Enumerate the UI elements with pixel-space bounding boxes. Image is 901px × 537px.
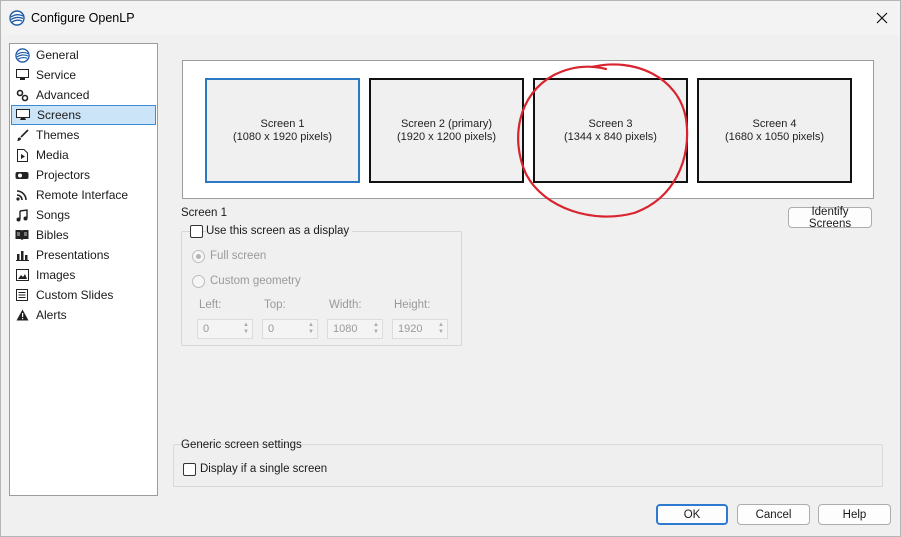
warning-icon <box>14 307 30 323</box>
use-as-display-label: Use this screen as a display <box>206 225 353 237</box>
sidebar-item-label: Images <box>36 268 76 282</box>
rss-icon <box>14 187 30 203</box>
cancel-button[interactable]: Cancel <box>737 504 810 525</box>
configure-dialog: Configure OpenLP General Service Advance… <box>0 0 901 537</box>
height-spinbox[interactable]: 1920 ▲ ▼ <box>392 319 448 339</box>
height-value: 1920 <box>398 323 423 335</box>
paintbrush-icon <box>14 127 30 143</box>
sidebar-item-label: Advanced <box>36 88 90 102</box>
screen-4-tile[interactable]: Screen 4 (1680 x 1050 pixels) <box>697 78 852 183</box>
screen-name: Screen 3 <box>588 117 633 130</box>
identify-screens-button[interactable]: Identify Screens <box>788 206 872 230</box>
display-icon <box>15 107 31 123</box>
sidebar-item-label: Service <box>36 68 77 82</box>
sidebar-item-custom-slides[interactable]: Custom Slides <box>11 285 156 305</box>
sidebar-item-projectors[interactable]: Projectors <box>11 165 156 185</box>
full-screen-label: Full screen <box>210 250 267 262</box>
spin-arrows-icon: ▲ ▼ <box>438 322 444 335</box>
sidebar-item-general[interactable]: General <box>11 45 156 65</box>
screen-1-tile[interactable]: Screen 1 (1080 x 1920 pixels) <box>205 78 360 183</box>
generic-settings-heading: Generic screen settings <box>181 439 302 451</box>
bar-chart-icon <box>14 247 30 263</box>
custom-geometry-label: Custom geometry <box>210 275 301 287</box>
spin-arrows-icon: ▲ ▼ <box>243 322 249 335</box>
sidebar-item-service[interactable]: Service <box>11 65 156 85</box>
window-title: Configure OpenLP <box>31 11 135 25</box>
close-button[interactable] <box>864 1 900 35</box>
use-as-display-checkbox[interactable] <box>190 225 203 238</box>
sidebar-item-label: General <box>36 48 79 62</box>
screen-name: Screen 1 <box>260 117 305 130</box>
width-value: 1080 <box>333 323 358 335</box>
height-label: Height: <box>394 299 431 311</box>
top-spinbox[interactable]: 0 ▲ ▼ <box>262 319 318 339</box>
left-value: 0 <box>203 323 210 335</box>
monitor-icon <box>14 67 30 83</box>
screen-name: Screen 4 <box>752 117 797 130</box>
ok-button[interactable]: OK <box>656 504 728 525</box>
sidebar-item-songs[interactable]: Songs <box>11 205 156 225</box>
sidebar-item-label: Screens <box>37 108 82 122</box>
sidebar-item-images[interactable]: Images <box>11 265 156 285</box>
screen-resolution: (1680 x 1050 pixels) <box>724 130 825 143</box>
sidebar-item-label: Themes <box>36 128 80 142</box>
sidebar-item-label: Songs <box>36 208 71 222</box>
sidebar-item-bibles[interactable]: Bibles <box>11 225 156 245</box>
settings-category-list: General Service Advanced Screens Themes <box>9 43 158 496</box>
title-bar: Configure OpenLP <box>1 1 900 35</box>
custom-geometry-radio[interactable] <box>192 275 205 288</box>
sidebar-item-media[interactable]: Media <box>11 145 156 165</box>
openlp-logo-icon <box>14 47 30 63</box>
sidebar-item-alerts[interactable]: Alerts <box>11 305 156 325</box>
close-icon <box>876 12 888 24</box>
sidebar-item-label: Custom Slides <box>36 288 114 302</box>
top-value: 0 <box>268 323 275 335</box>
sidebar-item-presentations[interactable]: Presentations <box>11 245 156 265</box>
sidebar-item-advanced[interactable]: Advanced <box>11 85 156 105</box>
spin-arrows-icon: ▲ ▼ <box>308 322 314 335</box>
media-file-icon <box>14 147 30 163</box>
screen-selector: Screen 1 (1080 x 1920 pixels) Screen 2 (… <box>182 60 874 199</box>
screen-resolution: (1080 x 1920 pixels) <box>232 130 333 143</box>
openlp-logo-icon <box>9 10 25 26</box>
custom-slide-icon <box>14 287 30 303</box>
sidebar-item-label: Media <box>36 148 69 162</box>
gears-icon <box>14 87 30 103</box>
music-note-icon <box>14 207 30 223</box>
sidebar-item-label: Projectors <box>36 168 91 182</box>
single-screen-checkbox[interactable] <box>183 463 196 476</box>
sidebar-item-label: Remote Interface <box>36 188 129 202</box>
screen-name: Screen 2 (primary) <box>400 117 493 130</box>
width-label: Width: <box>329 299 362 311</box>
selected-screen-heading: Screen 1 <box>181 207 228 219</box>
help-button[interactable]: Help <box>818 504 891 525</box>
sidebar-item-label: Bibles <box>36 228 69 242</box>
top-label: Top: <box>264 299 286 311</box>
full-screen-radio[interactable] <box>192 250 205 263</box>
sidebar-item-label: Alerts <box>36 308 67 322</box>
projector-icon <box>14 167 30 183</box>
screen-2-tile[interactable]: Screen 2 (primary) (1920 x 1200 pixels) <box>369 78 524 183</box>
screen-resolution: (1344 x 840 pixels) <box>564 130 657 143</box>
screen-3-tile[interactable]: Screen 3 (1344 x 840 pixels) <box>533 78 688 183</box>
image-icon <box>14 267 30 283</box>
left-label: Left: <box>199 299 222 311</box>
sidebar-item-screens[interactable]: Screens <box>11 105 156 125</box>
sidebar-item-label: Presentations <box>36 248 110 262</box>
sidebar-item-themes[interactable]: Themes <box>11 125 156 145</box>
screen-resolution: (1920 x 1200 pixels) <box>396 130 497 143</box>
single-screen-label: Display if a single screen <box>200 463 328 475</box>
spin-arrows-icon: ▲ ▼ <box>373 322 379 335</box>
book-icon <box>14 227 30 243</box>
sidebar-item-remote-interface[interactable]: Remote Interface <box>11 185 156 205</box>
left-spinbox[interactable]: 0 ▲ ▼ <box>197 319 253 339</box>
width-spinbox[interactable]: 1080 ▲ ▼ <box>327 319 383 339</box>
